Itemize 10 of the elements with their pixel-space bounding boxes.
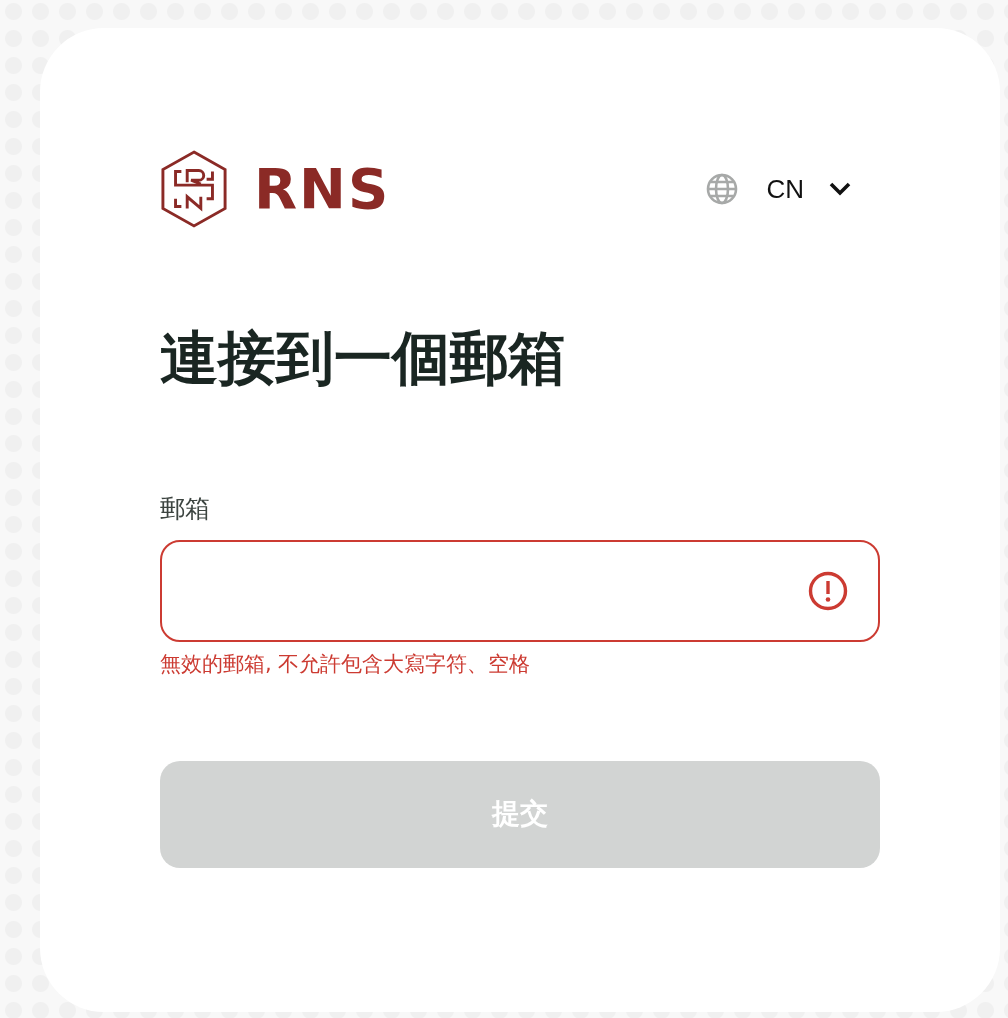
caret-icon bbox=[828, 181, 852, 197]
error-icon bbox=[808, 570, 848, 611]
globe-icon bbox=[706, 173, 739, 205]
page-title: 連接到一個郵箱 bbox=[160, 324, 567, 394]
brand-name: RNS bbox=[254, 161, 391, 217]
error-message: 無效的郵箱, 不允許包含大寫字符、空格 bbox=[160, 651, 532, 677]
field-label: 郵箱 bbox=[160, 493, 211, 524]
language-selector[interactable]: CN bbox=[706, 173, 852, 205]
logo-icon bbox=[160, 150, 228, 228]
email-field[interactable] bbox=[160, 539, 880, 642]
